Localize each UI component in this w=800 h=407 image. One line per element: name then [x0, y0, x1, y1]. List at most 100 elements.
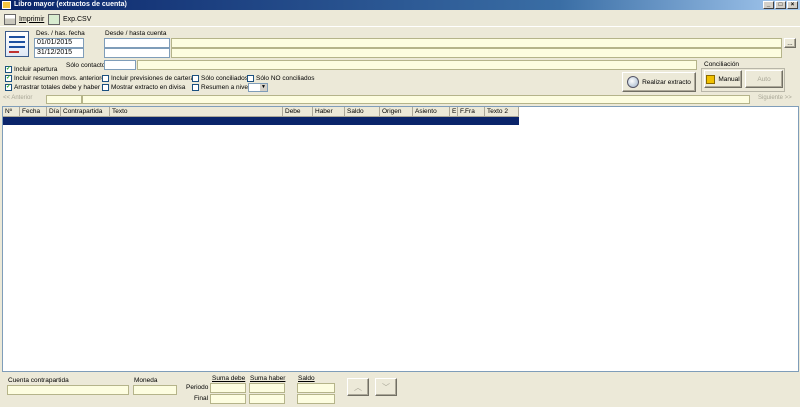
ledger-icon [5, 31, 29, 57]
title-bar: Libro mayor (extractos de cuenta) _ □ × [0, 0, 800, 10]
account-range-header: Desde / hasta cuenta [105, 30, 167, 37]
export-csv-label: Exp.CSV [63, 15, 92, 23]
option-label: Incluir apertura [14, 66, 58, 73]
print-label: Imprimir [19, 15, 45, 23]
anterior-button[interactable]: << Anterior [3, 95, 43, 104]
col-header-asiento[interactable]: Asiento [413, 107, 450, 117]
col-header-e[interactable]: E [450, 107, 458, 117]
checkbox-solo-conciliados[interactable] [192, 75, 199, 82]
realizar-extracto-button[interactable]: Realizar extracto [622, 72, 696, 92]
col-header-num[interactable]: Nº [3, 107, 20, 117]
final-label: Final [194, 395, 209, 402]
option-solo-no-conciliados[interactable]: Sólo NO conciliados [247, 75, 315, 82]
realizar-extracto-label: Realizar extracto [642, 78, 691, 86]
checkbox-previsiones-cartera[interactable] [102, 75, 109, 82]
conciliacion-header: Conciliación [704, 61, 740, 68]
app-icon [2, 1, 11, 9]
contact-name-field [137, 60, 697, 70]
option-resumen-movs[interactable]: ✓ Incluir resumen movs. anteriores [5, 75, 108, 82]
moneda-label: Moneda [134, 377, 158, 384]
option-label: Incluir previsiones de cartera [111, 75, 195, 82]
window-controls: _ □ × [763, 1, 798, 9]
checkbox-incluir-apertura[interactable]: ✓ [5, 66, 12, 73]
manual-label: Manual [718, 75, 740, 83]
chevron-down-icon: ▼ [260, 84, 267, 91]
checkbox-solo-no-conciliados[interactable] [247, 75, 254, 82]
contact-code-field[interactable] [104, 60, 136, 70]
option-label: Resumen a nivel [201, 84, 250, 91]
auto-label: Auto [757, 75, 771, 83]
manual-button[interactable]: Manual [704, 70, 742, 88]
col-header-fecha[interactable]: Fecha [20, 107, 47, 117]
periodo-label: Periodo [186, 384, 209, 391]
col-header-debe[interactable]: Debe [283, 107, 313, 117]
chevron-down-icon: ﹀ [382, 382, 390, 392]
maximize-icon[interactable]: □ [775, 1, 786, 9]
account-to-name [171, 48, 782, 58]
option-extracto-divisa[interactable]: Mostrar extracto en divisa [102, 84, 185, 91]
col-header-dia[interactable]: Día [47, 107, 61, 117]
window-title: Libro mayor (extractos de cuenta) [14, 1, 127, 8]
moneda-field [133, 385, 177, 395]
option-label: Mostrar extracto en divisa [111, 84, 186, 91]
selected-row[interactable] [3, 117, 519, 125]
col-header-contrapartida[interactable]: Contrapartida [61, 107, 110, 117]
suma-debe-label: Suma debe [212, 375, 246, 382]
nav-page-field [46, 95, 82, 104]
option-label: Sólo conciliados [201, 75, 248, 82]
printer-icon [4, 13, 16, 25]
ledger-grid[interactable]: Nº Fecha Día Contrapartida Texto Debe Ha… [2, 106, 799, 372]
option-label: Arrastrar totales debe y haber [14, 84, 100, 91]
hand-icon [706, 74, 716, 84]
account-from-name [171, 38, 782, 48]
final-suma-debe [210, 394, 246, 404]
date-range-header: Des. / has. fecha [36, 30, 85, 37]
chevron-up-icon: ︿ [354, 382, 362, 392]
auto-button[interactable]: Auto [745, 70, 783, 88]
final-saldo [297, 394, 335, 404]
col-header-origen[interactable]: Origen [380, 107, 413, 117]
option-previsiones-cartera[interactable]: Incluir previsiones de cartera [102, 75, 194, 82]
close-icon[interactable]: × [787, 1, 798, 9]
scroll-down-button[interactable]: ﹀ [375, 378, 397, 396]
spreadsheet-icon [48, 13, 60, 25]
periodo-suma-debe [210, 383, 246, 393]
option-solo-conciliados[interactable]: Sólo conciliados [192, 75, 248, 82]
checkbox-extracto-divisa[interactable] [102, 84, 109, 91]
col-header-saldo[interactable]: Saldo [345, 107, 380, 117]
toolbar: Imprimir Exp.CSV [0, 11, 800, 27]
contrapartida-footer-field [7, 385, 129, 395]
account-to-code[interactable] [104, 48, 170, 58]
checkbox-resumen-nivel[interactable] [192, 84, 199, 91]
col-header-texto2[interactable]: Texto 2 [485, 107, 519, 117]
col-header-texto[interactable]: Texto [110, 107, 283, 117]
browse-accounts-button[interactable]: ... [784, 38, 796, 48]
magnifier-icon [627, 76, 640, 88]
periodo-saldo [297, 383, 335, 393]
checkbox-resumen-movs[interactable]: ✓ [5, 75, 12, 82]
account-from-code[interactable] [104, 38, 170, 48]
siguiente-button[interactable]: Siguiente >> [758, 95, 798, 104]
scroll-up-button[interactable]: ︿ [347, 378, 369, 396]
print-button[interactable]: Imprimir [4, 13, 44, 25]
contact-label: Sólo contacto [66, 62, 106, 69]
col-header-haber[interactable]: Haber [313, 107, 345, 117]
suma-haber-label: Suma haber [250, 375, 286, 382]
checkbox-arrastrar-totales[interactable]: ✓ [5, 84, 12, 91]
option-label: Incluir resumen movs. anteriores [14, 75, 109, 82]
option-incluir-apertura[interactable]: ✓ Incluir apertura [5, 66, 57, 73]
minimize-icon[interactable]: _ [763, 1, 774, 9]
export-csv-button[interactable]: Exp.CSV [48, 13, 91, 25]
final-suma-haber [249, 394, 285, 404]
contrapartida-footer-label: Cuenta contrapartida [8, 377, 69, 384]
date-to-field[interactable]: 31/12/2015 [34, 48, 84, 58]
option-label: Sólo NO conciliados [256, 75, 315, 82]
option-resumen-nivel[interactable]: Resumen a nivel [192, 84, 249, 91]
option-arrastrar-totales[interactable]: ✓ Arrastrar totales debe y haber [5, 84, 100, 91]
nav-info-field [82, 95, 750, 104]
date-from-field[interactable]: 01/01/2015 [34, 38, 84, 48]
periodo-suma-haber [249, 383, 285, 393]
col-header-ffra[interactable]: F.Fra [458, 107, 485, 117]
nivel-select[interactable]: ▼ [248, 83, 268, 92]
saldo-label: Saldo [298, 375, 315, 382]
